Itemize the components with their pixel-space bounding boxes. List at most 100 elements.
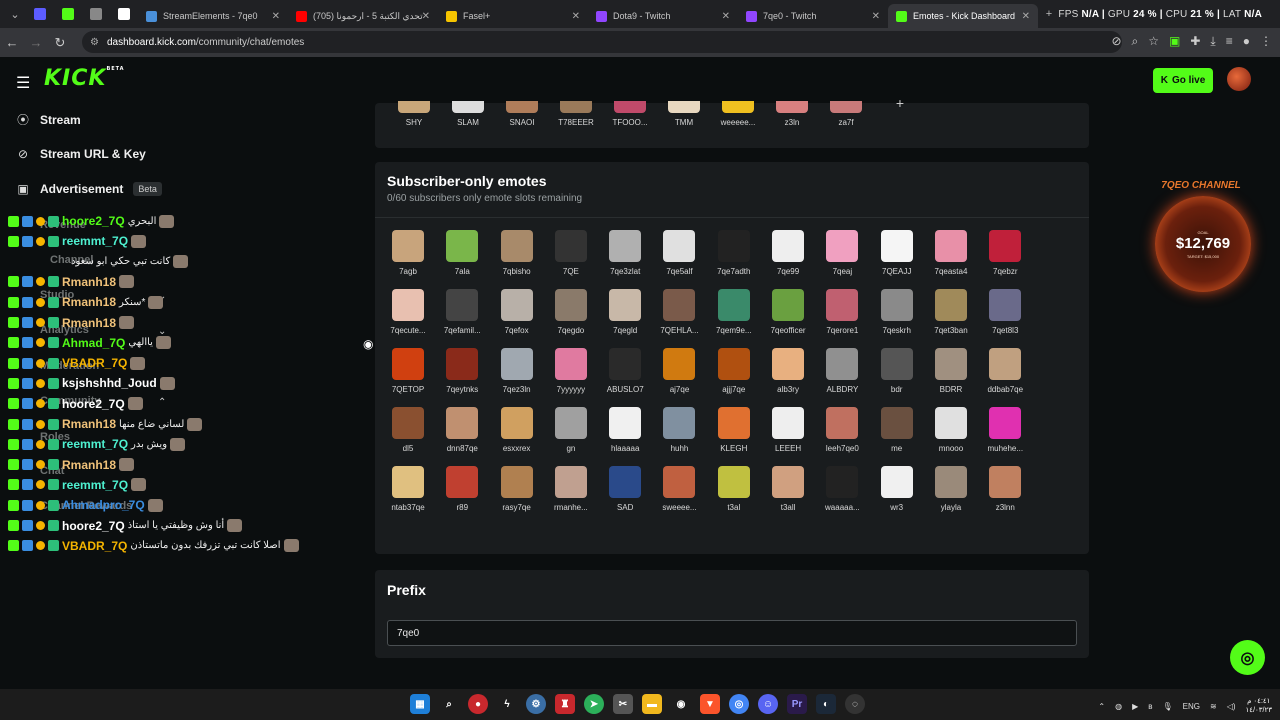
chat-username[interactable]: Rmanh18 [62,295,116,309]
site-info-icon[interactable]: ⚙ [90,37,99,48]
settings-gear-icon[interactable]: ⚙ [526,694,546,714]
emote-item[interactable]: waaaaa... [815,466,869,512]
reading-list-icon[interactable]: ≡ [1226,34,1233,49]
emote-item[interactable]: 7qecute... [381,289,435,335]
browser-tab[interactable]: Fasel+ ✕ [438,4,588,28]
tab-close-icon[interactable]: ✕ [272,11,280,22]
emote-item[interactable]: z3lnn [978,466,1032,512]
emote-item[interactable]: aj7qe [652,348,706,394]
back-arrow-icon[interactable]: ← [0,35,24,50]
emote-item[interactable]: SNAOI [495,101,549,127]
emote-item[interactable]: 7qem9e... [707,289,761,335]
emote-item[interactable]: ntab37qe [381,466,435,512]
emote-item[interactable]: leeh7qe0 [815,407,869,453]
emote-item[interactable]: 7qeofficer [761,289,815,335]
browser-tab[interactable]: (705) تحدي الكتبة 5 - ارحمونا ✕ [288,4,438,28]
browser-tab[interactable]: 7qe0 - Twitch ✕ [738,4,888,28]
eye-off-icon[interactable]: ⊘ [1111,34,1121,49]
microphone-icon[interactable]: 🎙 [1163,702,1173,711]
prefix-input[interactable] [387,620,1077,646]
browser-tab[interactable]: StreamElements - 7qe0 ✕ [138,4,288,28]
app-icon[interactable]: ♜ [555,694,575,714]
forward-arrow-icon[interactable]: → [24,35,48,50]
emote-item[interactable]: 7qe5alf [652,230,706,276]
emote-item[interactable]: 7qez3ln [490,348,544,394]
tab-close-icon[interactable]: ✕ [572,11,580,22]
tab-close-icon[interactable]: ✕ [1022,11,1030,22]
bookmark-star-icon[interactable]: ☆ [1148,34,1159,49]
emote-item[interactable]: esxxrex [490,407,544,453]
pinned-tab[interactable] [110,3,138,25]
emote-item[interactable]: TMM [657,101,711,127]
emote-item[interactable]: alb3ry [761,348,815,394]
emote-item[interactable]: dl5 [381,407,435,453]
emote-item[interactable]: 7qe99 [761,230,815,276]
emote-item[interactable]: 7QE [544,230,598,276]
emote-item[interactable]: ALBDRY [815,348,869,394]
emote-item[interactable]: 7yyyyyy [544,348,598,394]
windows-start-icon[interactable]: ▦ [410,694,430,714]
emote-item[interactable]: ddbab7qe [978,348,1032,394]
chrome-icon[interactable]: ◎ [729,694,749,714]
emote-item[interactable]: mnooo [924,407,978,453]
emote-item[interactable]: KLEGH [707,407,761,453]
emote-item[interactable]: 7qbisho [490,230,544,276]
emote-item[interactable]: 7QEAJJ [870,230,924,276]
app-icon[interactable]: ◌ [845,694,865,714]
emote-item[interactable]: LEEEH [761,407,815,453]
emote-item[interactable]: 7qefox [490,289,544,335]
pinned-tab[interactable] [26,3,54,25]
emote-item[interactable]: gn [544,407,598,453]
chat-username[interactable]: Rmanh18 [62,417,116,431]
kick-logo[interactable]: KICKBETA [44,66,125,91]
emote-item[interactable]: 7qe3zlat [598,230,652,276]
emote-item[interactable]: ABUSLO7 [598,348,652,394]
download-icon[interactable]: ⤓ [1210,34,1215,49]
new-tab-button[interactable]: + [1042,3,1056,25]
emote-item[interactable]: SLAM [441,101,495,127]
emote-item[interactable]: SHY [387,101,441,127]
profile-icon[interactable]: ● [1243,34,1250,49]
tray-app-icon[interactable]: ◍ [1115,702,1122,711]
browser-menu-icon[interactable]: ⋮ [1260,34,1272,49]
emote-item[interactable]: SAD [598,466,652,512]
tab-close-icon[interactable]: ✕ [722,11,730,22]
extension-icon[interactable]: ▣ [1169,34,1180,49]
chat-username[interactable]: ksjshshhd_Joud [62,376,157,390]
puzzle-icon[interactable]: ✚ [1190,34,1200,49]
emote-item[interactable]: wr3 [870,466,924,512]
tray-app-icon[interactable]: ▶ [1132,702,1138,711]
search-icon[interactable]: ⌕ [439,694,459,714]
premiere-icon[interactable]: Pr [787,694,807,714]
sidebar-item-advertisement[interactable]: ▣ Advertisement Beta [16,182,162,196]
hamburger-menu-icon[interactable]: ☰ [16,73,30,93]
chat-username[interactable]: hoore2_7Q [62,214,125,228]
emote-item[interactable]: hlaaaaa [598,407,652,453]
emote-item[interactable]: bdr [870,348,924,394]
file-explorer-icon[interactable]: ▬ [642,694,662,714]
snipping-tool-icon[interactable]: ✂ [613,694,633,714]
emote-item[interactable]: 7ala [435,230,489,276]
emote-item[interactable]: 7qebzr [978,230,1032,276]
emote-item[interactable]: 7qegld [598,289,652,335]
chat-username[interactable]: Rmanh18 [62,275,116,289]
chat-username[interactable]: VBADR_7Q [62,356,127,370]
discord-icon[interactable]: ☺ [758,694,778,714]
brave-icon[interactable]: ▼ [700,694,720,714]
steam-icon[interactable]: ◐ [816,694,836,714]
emote-item[interactable]: 7qet3ban [924,289,978,335]
pinned-tab[interactable] [82,3,110,25]
app-icon[interactable]: ➤ [584,694,604,714]
tab-search-icon[interactable]: ⌄ [4,3,26,25]
emote-item[interactable]: 7qeaj [815,230,869,276]
clock[interactable]: ٠٤:٤١ م ١٤/٠٣/٢٣ [1246,697,1272,715]
emote-item[interactable]: muhehe... [978,407,1032,453]
avatar[interactable] [1227,67,1251,91]
go-live-button[interactable]: K Go live [1153,68,1213,93]
add-emote-button[interactable]: + [873,95,927,127]
emote-item[interactable]: 7qe7adth [707,230,761,276]
emote-item[interactable]: t3all [761,466,815,512]
emote-item[interactable]: 7qet8l3 [978,289,1032,335]
emote-item[interactable]: 7qerore1 [815,289,869,335]
zoom-icon[interactable]: ⌕ [1132,34,1139,49]
